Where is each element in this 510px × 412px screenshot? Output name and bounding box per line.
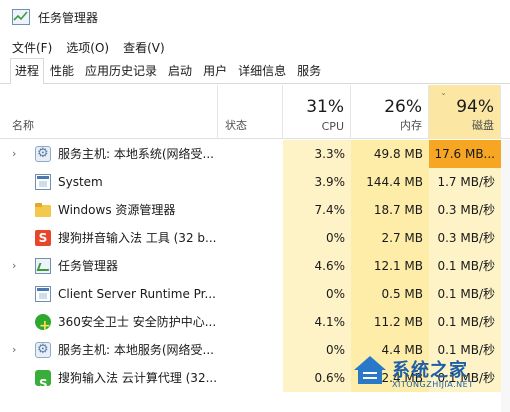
window-icon — [35, 174, 51, 190]
task-manager-icon — [35, 258, 51, 274]
expand-chevron-icon — [12, 224, 24, 252]
expand-chevron-icon — [12, 196, 24, 224]
expand-chevron-icon[interactable]: › — [12, 336, 24, 364]
process-cpu: 3.9% — [283, 168, 351, 196]
column-disk-label: 磁盘 — [472, 119, 494, 132]
vertical-scrollbar[interactable] — [501, 140, 510, 412]
menu-view[interactable]: 查看(V) — [123, 39, 165, 56]
process-memory: 0.5 MB — [351, 280, 429, 308]
column-status[interactable]: 状态 — [218, 85, 283, 139]
process-memory: 12.1 MB — [351, 252, 429, 280]
process-row[interactable]: System 3.9% 144.4 MB 1.7 MB/秒 — [0, 168, 510, 196]
sort-descending-icon: ˇ — [441, 93, 446, 104]
process-row[interactable]: Windows 资源管理器 7.4% 18.7 MB 0.3 MB/秒 — [0, 196, 510, 224]
expand-chevron-icon[interactable]: › — [12, 252, 24, 280]
memory-total-percent: 26% — [384, 97, 422, 117]
gear-icon — [35, 342, 51, 358]
cpu-total-percent: 31% — [306, 97, 344, 117]
process-row[interactable]: › 服务主机: 本地系统(网络受... 3.3%49.8 MB17.6 MB... — [0, 140, 510, 168]
process-name: 服务主机: 本地服务(网络受... — [58, 343, 214, 357]
column-cpu-label: CPU — [321, 120, 344, 133]
process-memory: 144.4 MB — [351, 168, 429, 196]
column-memory[interactable]: 26% 内存 — [351, 85, 429, 139]
process-disk: 0.1 MB/秒 — [429, 252, 501, 280]
process-row[interactable]: S 搜狗拼音输入法 工具 (32 b... 0% 2.7 MB 0.3 MB/秒 — [0, 224, 510, 252]
column-name[interactable]: 名称 — [0, 85, 218, 139]
process-memory: 49.8 MB — [351, 140, 429, 168]
process-memory: 2.7 MB — [351, 224, 429, 252]
process-name: 服务主机: 本地系统(网络受... — [58, 147, 214, 161]
column-name-label: 名称 — [12, 119, 34, 132]
process-cpu: 0.6% — [283, 364, 351, 392]
process-disk: 17.6 MB... — [429, 140, 501, 168]
process-row[interactable]: Client Server Runtime Pr... 0% 0.5 MB 0.1 M… — [0, 280, 510, 308]
folder-icon — [35, 202, 51, 218]
tab-performance[interactable]: 性能 — [45, 58, 79, 83]
menu-options[interactable]: 选项(O) — [66, 39, 109, 56]
expand-chevron-icon[interactable]: › — [12, 140, 24, 168]
process-memory: 11.2 MB — [351, 308, 429, 336]
column-cpu[interactable]: 31% CPU — [283, 85, 351, 139]
expand-chevron-icon — [12, 280, 24, 308]
cloud-icon — [35, 370, 51, 386]
tab-bar: 进程 性能 应用历史记录 启动 用户 详细信息 服务 — [0, 58, 510, 84]
tab-startup[interactable]: 启动 — [163, 58, 197, 83]
process-cpu: 0% — [283, 336, 351, 364]
process-cpu: 0% — [283, 224, 351, 252]
process-name: 任务管理器 — [58, 259, 119, 273]
column-disk[interactable]: ˇ 94% 磁盘 — [429, 85, 501, 139]
column-header: 名称 状态 31% CPU 26% 内存 ˇ 94% 磁盘 — [0, 85, 510, 139]
process-row[interactable]: › 任务管理器 4.6% 12.1 MB 0.1 MB/秒 — [0, 252, 510, 280]
gear-icon — [35, 146, 51, 162]
window-title: 任务管理器 — [38, 10, 99, 25]
process-cpu: 3.3% — [283, 140, 351, 168]
window-icon — [35, 286, 51, 302]
expand-chevron-icon — [12, 168, 24, 196]
menu-file[interactable]: 文件(F) — [12, 39, 52, 56]
tab-processes[interactable]: 进程 — [10, 58, 45, 84]
process-name: 360安全卫士 安全防护中心... — [58, 315, 217, 329]
process-cpu: 4.1% — [283, 308, 351, 336]
task-manager-app-icon — [12, 9, 30, 25]
expand-chevron-icon — [12, 364, 24, 392]
watermark-logo: 系统之家 XITONGZHIJIA.NET — [352, 350, 502, 404]
watermark-subtext: XITONGZHIJIA.NET — [392, 380, 474, 389]
sogou-icon: S — [35, 230, 51, 246]
process-name: 搜狗输入法 云计算代理 (32... — [58, 371, 218, 385]
house-logo-icon — [354, 356, 386, 384]
column-status-label: 状态 — [225, 119, 247, 132]
process-row[interactable]: 360安全卫士 安全防护中心... 4.1%11.2 MB0.1 MB/秒 — [0, 308, 510, 336]
process-memory: 18.7 MB — [351, 196, 429, 224]
process-disk: 0.3 MB/秒 — [429, 196, 501, 224]
process-cpu: 7.4% — [283, 196, 351, 224]
menu-bar: 文件(F) 选项(O) 查看(V) — [0, 36, 179, 58]
process-cpu: 4.6% — [283, 252, 351, 280]
process-disk: 0.1 MB/秒 — [429, 280, 501, 308]
tab-app-history[interactable]: 应用历史记录 — [80, 58, 162, 83]
process-disk: 0.1 MB/秒 — [429, 308, 501, 336]
process-disk: 0.3 MB/秒 — [429, 224, 501, 252]
tab-services[interactable]: 服务 — [292, 58, 326, 83]
process-name: Windows 资源管理器 — [58, 203, 176, 217]
process-name: System — [58, 175, 103, 189]
tab-users[interactable]: 用户 — [198, 58, 232, 83]
expand-chevron-icon — [12, 308, 24, 336]
disk-total-percent: 94% — [456, 97, 494, 117]
process-disk: 1.7 MB/秒 — [429, 168, 501, 196]
watermark-text: 系统之家 — [392, 360, 468, 381]
process-cpu: 0% — [283, 280, 351, 308]
title-bar: 任务管理器 — [0, 0, 510, 34]
process-name: Client Server Runtime Pr... — [58, 287, 216, 301]
tab-details[interactable]: 详细信息 — [233, 58, 291, 83]
process-name: 搜狗拼音输入法 工具 (32 b... — [58, 231, 217, 245]
360-icon — [35, 314, 51, 330]
column-memory-label: 内存 — [400, 119, 422, 132]
